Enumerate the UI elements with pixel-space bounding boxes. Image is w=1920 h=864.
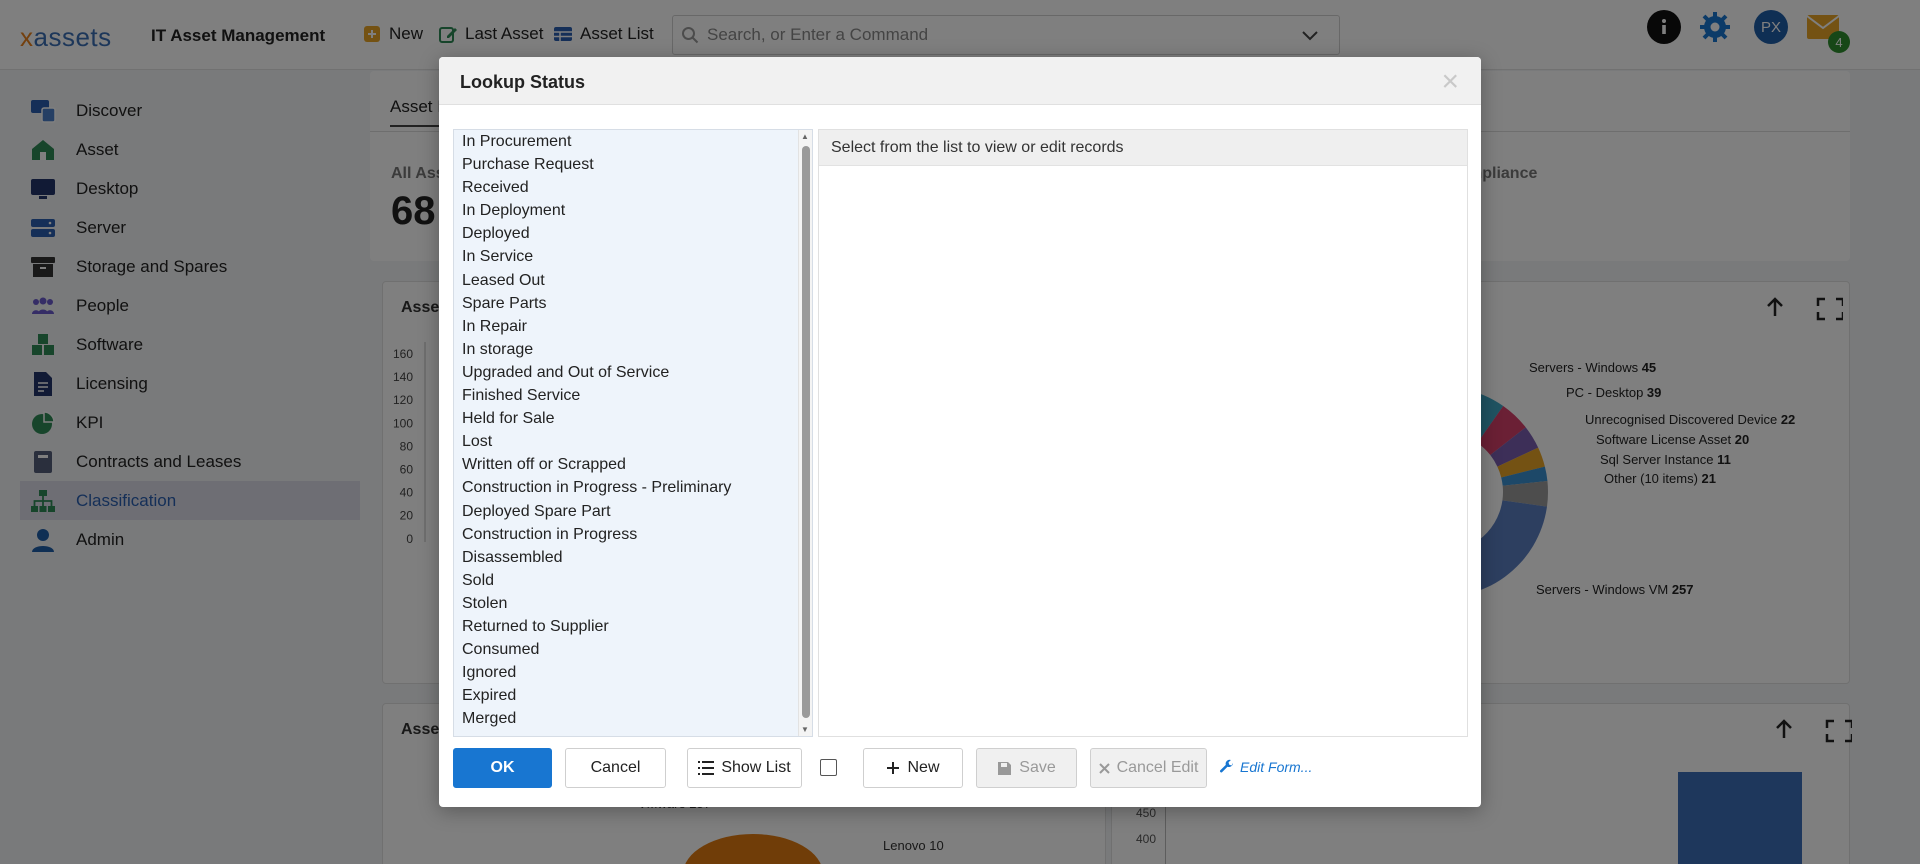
list-item[interactable]: Construction in Progress bbox=[454, 523, 812, 546]
scroll-up-arrow-icon[interactable]: ▲ bbox=[801, 132, 809, 141]
x-icon bbox=[1098, 762, 1110, 774]
detail-prompt: Select from the list to view or edit rec… bbox=[819, 130, 1467, 166]
plus-icon bbox=[887, 762, 900, 774]
status-listbox[interactable]: In Procurement Purchase Request Received In… bbox=[453, 129, 813, 737]
lookup-status-dialog: Lookup Status × In Procurement Purchase R… bbox=[439, 57, 1481, 807]
list-item[interactable]: In storage bbox=[454, 338, 812, 361]
close-icon[interactable]: × bbox=[1441, 65, 1459, 99]
status-list: In Procurement Purchase Request Received In… bbox=[454, 130, 812, 730]
list-icon bbox=[698, 761, 715, 775]
list-item[interactable]: Written off or Scrapped bbox=[454, 453, 812, 476]
wrench-icon bbox=[1219, 759, 1233, 773]
list-item[interactable]: Stolen bbox=[454, 592, 812, 615]
new-record-button[interactable]: New bbox=[863, 748, 963, 788]
list-item[interactable]: Deployed Spare Part bbox=[454, 500, 812, 523]
list-item[interactable]: Received bbox=[454, 176, 812, 199]
list-item[interactable]: Finished Service bbox=[454, 384, 812, 407]
list-item[interactable]: In Repair bbox=[454, 315, 812, 338]
list-item[interactable]: In Service bbox=[454, 245, 812, 268]
list-item[interactable]: Disassembled bbox=[454, 546, 812, 569]
list-item[interactable]: Upgraded and Out of Service bbox=[454, 361, 812, 384]
show-all-checkbox[interactable] bbox=[820, 759, 837, 776]
list-item[interactable]: Spare Parts bbox=[454, 292, 812, 315]
scroll-thumb[interactable] bbox=[802, 146, 810, 718]
list-item[interactable]: Sold bbox=[454, 569, 812, 592]
list-item[interactable]: Leased Out bbox=[454, 269, 812, 292]
list-item[interactable]: Lost bbox=[454, 430, 812, 453]
list-item[interactable]: Deployed bbox=[454, 222, 812, 245]
cancel-edit-button[interactable]: Cancel Edit bbox=[1090, 748, 1207, 788]
save-icon bbox=[998, 761, 1012, 775]
list-item[interactable]: Expired bbox=[454, 684, 812, 707]
save-button[interactable]: Save bbox=[976, 748, 1077, 788]
list-item[interactable]: Consumed bbox=[454, 638, 812, 661]
edit-form-link[interactable]: Edit Form... bbox=[1219, 759, 1312, 775]
cancel-button[interactable]: Cancel bbox=[565, 748, 666, 788]
ok-button[interactable]: OK bbox=[453, 748, 552, 788]
detail-panel: Select from the list to view or edit rec… bbox=[818, 129, 1468, 737]
scroll-down-arrow-icon[interactable]: ▼ bbox=[801, 725, 809, 734]
list-item[interactable]: In Deployment bbox=[454, 199, 812, 222]
list-item[interactable]: In Procurement bbox=[454, 130, 812, 153]
list-item[interactable]: Merged bbox=[454, 707, 812, 730]
list-scrollbar[interactable]: ▲ ▼ bbox=[798, 130, 812, 736]
list-item[interactable]: Purchase Request bbox=[454, 153, 812, 176]
dialog-header: Lookup Status × bbox=[439, 57, 1481, 105]
dialog-title: Lookup Status bbox=[460, 72, 585, 92]
list-item[interactable]: Construction in Progress - Preliminary bbox=[454, 476, 812, 499]
show-list-button[interactable]: Show List bbox=[687, 748, 802, 788]
list-item[interactable]: Ignored bbox=[454, 661, 812, 684]
list-item[interactable]: Held for Sale bbox=[454, 407, 812, 430]
list-item[interactable]: Returned to Supplier bbox=[454, 615, 812, 638]
